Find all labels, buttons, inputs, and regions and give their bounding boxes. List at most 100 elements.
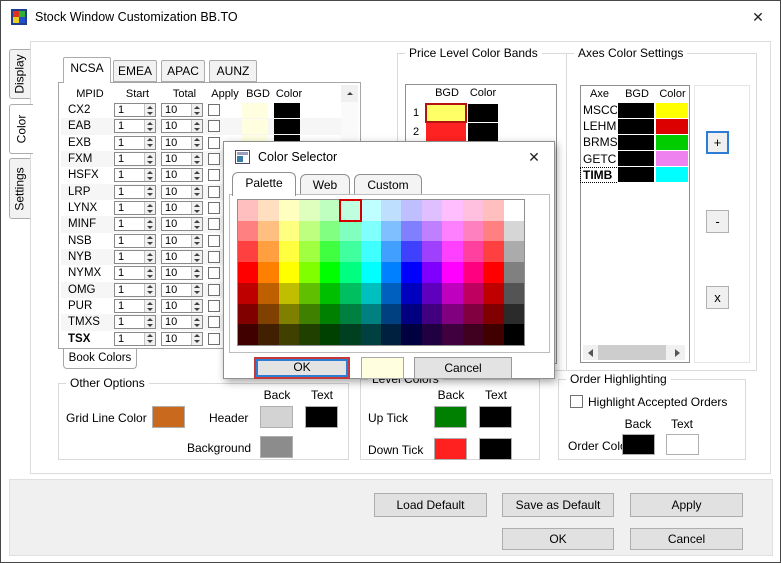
palette-cell[interactable]	[422, 241, 442, 262]
scroll-right-icon[interactable]	[670, 345, 685, 360]
palette-cell[interactable]	[320, 324, 340, 345]
palette-cell[interactable]	[504, 200, 524, 221]
remove-axis-button[interactable]: -	[706, 210, 729, 233]
palette-cell[interactable]	[258, 221, 278, 242]
palette-cell[interactable]	[504, 241, 524, 262]
palette-cell[interactable]	[483, 221, 503, 242]
palette-cell[interactable]	[442, 200, 462, 221]
start-spinner[interactable]: 1	[114, 201, 156, 215]
palette-cell[interactable]	[422, 324, 442, 345]
total-spinner[interactable]: 10	[161, 201, 203, 215]
color-swatch[interactable]	[656, 119, 688, 134]
tab-apac[interactable]: APAC	[161, 60, 205, 82]
cancel-button[interactable]: Cancel	[630, 528, 743, 550]
spinner-down-icon[interactable]	[192, 306, 202, 312]
palette-cell[interactable]	[320, 304, 340, 325]
spinner-down-icon[interactable]	[145, 257, 155, 263]
apply-button[interactable]: Apply	[630, 493, 743, 517]
total-spinner[interactable]: 10	[161, 103, 203, 117]
start-spinner[interactable]: 1	[114, 266, 156, 280]
spinner-down-icon[interactable]	[145, 224, 155, 230]
palette-cell[interactable]	[463, 304, 483, 325]
palette-cell[interactable]	[504, 221, 524, 242]
palette-cell[interactable]	[483, 283, 503, 304]
palette-cell[interactable]	[361, 241, 381, 262]
palette-cell[interactable]	[340, 241, 360, 262]
spinner-down-icon[interactable]	[192, 290, 202, 296]
palette-cell[interactable]	[238, 283, 258, 304]
spinner-down-icon[interactable]	[192, 241, 202, 247]
cancel-button[interactable]: Cancel	[414, 357, 512, 379]
palette-cell[interactable]	[463, 200, 483, 221]
palette-cell[interactable]	[442, 221, 462, 242]
palette-cell[interactable]	[279, 262, 299, 283]
scrollbar-thumb[interactable]	[598, 345, 666, 360]
window-close-icon[interactable]: ✕	[744, 5, 772, 29]
start-spinner[interactable]: 1	[114, 283, 156, 297]
bgd-swatch[interactable]	[618, 151, 654, 166]
dialog-close-icon[interactable]: ✕	[520, 145, 548, 169]
palette-cell[interactable]	[422, 283, 442, 304]
total-spinner[interactable]: 10	[161, 168, 203, 182]
color-swatch[interactable]	[656, 135, 688, 150]
palette-cell[interactable]	[361, 200, 381, 221]
delete-axis-button[interactable]: x	[706, 286, 729, 309]
spinner-down-icon[interactable]	[145, 322, 155, 328]
start-spinner[interactable]: 1	[114, 185, 156, 199]
palette-cell[interactable]	[442, 324, 462, 345]
tab-settings[interactable]: Settings	[9, 158, 31, 219]
palette-cell[interactable]	[504, 324, 524, 345]
apply-checkbox[interactable]	[208, 316, 220, 328]
start-spinner[interactable]: 1	[114, 250, 156, 264]
spinner-down-icon[interactable]	[145, 241, 155, 247]
color-swatch[interactable]	[656, 103, 688, 118]
up-tick-back-swatch[interactable]	[434, 406, 467, 428]
palette-cell[interactable]	[422, 221, 442, 242]
spinner-down-icon[interactable]	[145, 110, 155, 116]
color-swatch[interactable]	[468, 123, 498, 141]
palette-cell[interactable]	[361, 262, 381, 283]
palette-cell[interactable]	[483, 304, 503, 325]
total-spinner[interactable]: 10	[161, 299, 203, 313]
apply-checkbox[interactable]	[208, 104, 220, 116]
color-swatch[interactable]	[274, 119, 300, 134]
spinner-down-icon[interactable]	[145, 290, 155, 296]
palette-cell[interactable]	[340, 262, 360, 283]
total-spinner[interactable]: 10	[161, 266, 203, 280]
palette-cell[interactable]	[340, 221, 360, 242]
start-spinner[interactable]: 1	[114, 332, 156, 346]
palette-cell[interactable]	[299, 241, 319, 262]
bgd-swatch[interactable]	[242, 119, 268, 134]
palette-cell[interactable]	[340, 283, 360, 304]
palette-cell[interactable]	[238, 324, 258, 345]
bgd-swatch[interactable]	[618, 135, 654, 150]
grid-line-color-swatch[interactable]	[152, 406, 185, 428]
palette-cell[interactable]	[422, 262, 442, 283]
palette-cell[interactable]	[340, 304, 360, 325]
apply-checkbox[interactable]	[208, 169, 220, 181]
start-spinner[interactable]: 1	[114, 152, 156, 166]
palette-cell[interactable]	[279, 221, 299, 242]
palette-cell[interactable]	[238, 221, 258, 242]
palette-cell[interactable]	[320, 262, 340, 283]
palette-cell[interactable]	[381, 324, 401, 345]
palette-cell[interactable]	[299, 283, 319, 304]
highlight-accepted-orders-checkbox[interactable]	[570, 395, 583, 408]
palette-cell[interactable]	[238, 304, 258, 325]
spinner-down-icon[interactable]	[145, 126, 155, 132]
spinner-down-icon[interactable]	[145, 273, 155, 279]
spinner-down-icon[interactable]	[192, 224, 202, 230]
header-text-swatch[interactable]	[305, 406, 338, 428]
tab-palette[interactable]: Palette	[232, 172, 296, 196]
bgd-swatch[interactable]	[618, 119, 654, 134]
background-swatch[interactable]	[260, 436, 293, 458]
bgd-swatch[interactable]	[618, 103, 654, 118]
palette-cell[interactable]	[279, 241, 299, 262]
palette-cell[interactable]	[258, 304, 278, 325]
start-spinner[interactable]: 1	[114, 217, 156, 231]
palette-cell[interactable]	[401, 283, 421, 304]
ok-button[interactable]: OK	[502, 528, 614, 550]
apply-checkbox[interactable]	[208, 137, 220, 149]
palette-cell[interactable]	[299, 262, 319, 283]
bgd-swatch[interactable]	[426, 104, 466, 122]
